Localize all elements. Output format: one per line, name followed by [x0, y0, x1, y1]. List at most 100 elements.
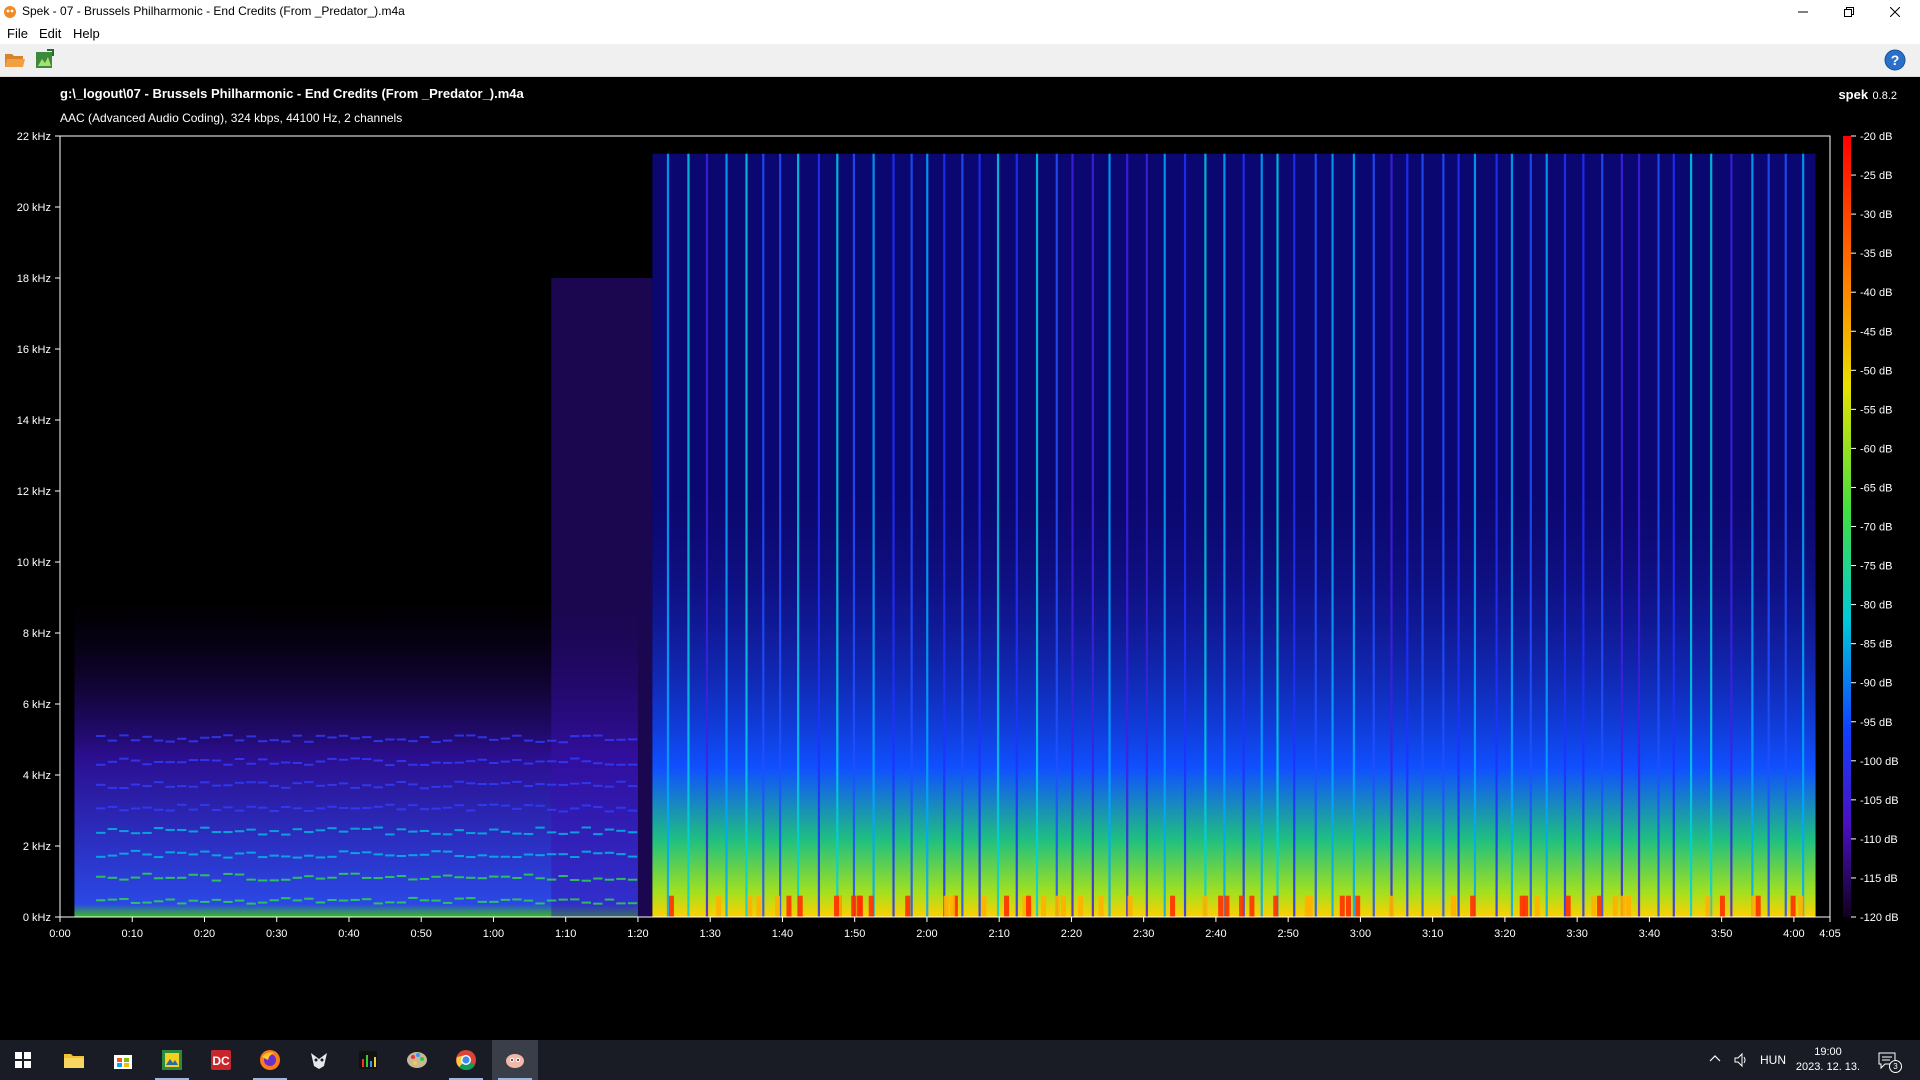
harmonic-line	[500, 855, 511, 858]
harmonic-line	[581, 782, 591, 785]
taskbar-chrome[interactable]	[443, 1040, 489, 1080]
harmonic-line	[304, 875, 314, 878]
peak-energy	[1170, 895, 1176, 917]
transient-line	[1442, 153, 1445, 917]
open-file-button[interactable]	[3, 48, 27, 72]
taskbar-file-explorer[interactable]	[51, 1040, 97, 1080]
harmonic-line	[477, 832, 487, 835]
peak-energy	[1519, 895, 1525, 917]
time-tick-label: 2:30	[1133, 928, 1154, 940]
menu-edit[interactable]: Edit	[39, 26, 61, 41]
save-image-button[interactable]	[33, 48, 57, 72]
harmonic-line	[304, 740, 314, 743]
harmonic-line	[454, 780, 464, 783]
taskbar-foobar[interactable]	[296, 1040, 342, 1080]
transient-line	[892, 153, 895, 917]
taskbar-spectrum-app[interactable]	[345, 1040, 391, 1080]
language-indicator[interactable]: HUN	[1760, 1053, 1786, 1067]
taskbar-directory-opus[interactable]: DC	[198, 1040, 244, 1080]
harmonic-line	[246, 805, 256, 808]
harmonic-line	[396, 854, 407, 857]
time-tick-label: 2:40	[1205, 928, 1226, 940]
harmonic-line	[500, 875, 511, 878]
harmonic-line	[234, 899, 245, 902]
close-button[interactable]	[1872, 0, 1918, 24]
harmonic-line	[419, 829, 430, 832]
window-title: Spek - 07 - Brussels Philharmonic - End …	[22, 4, 405, 18]
harmonic-line	[281, 855, 291, 858]
taskbar-paint[interactable]	[394, 1040, 440, 1080]
harmonic-line	[558, 898, 568, 901]
peak-energy	[851, 895, 857, 917]
db-tick-label: -55 dB	[1860, 404, 1892, 416]
harmonic-line	[327, 855, 337, 858]
taskbar-firefox[interactable]	[247, 1040, 293, 1080]
start-button[interactable]	[0, 1040, 46, 1080]
harmonic-line	[338, 758, 349, 761]
restore-button[interactable]	[1826, 0, 1872, 24]
harmonic-line	[200, 850, 210, 853]
freq-tick-label: 22 kHz	[17, 131, 51, 143]
freq-tick-label: 18 kHz	[17, 273, 51, 285]
directory-opus-icon: DC	[211, 1050, 231, 1070]
harmonic-line	[350, 757, 360, 760]
harmonic-line	[604, 828, 615, 831]
harmonic-line	[107, 854, 118, 857]
harmonic-line	[246, 902, 256, 905]
harmonic-line	[361, 784, 372, 787]
harmonic-line	[165, 785, 175, 788]
harmonic-line	[292, 782, 303, 785]
file-explorer-icon	[64, 1054, 84, 1068]
harmonic-line	[234, 873, 245, 876]
harmonic-line	[604, 898, 615, 901]
harmonic-line	[200, 874, 210, 877]
volume-button[interactable]	[1733, 1052, 1749, 1073]
help-button[interactable]: ?	[1883, 48, 1907, 72]
harmonic-line	[500, 760, 511, 763]
harmonic-line	[107, 760, 118, 763]
toolbar: ?	[0, 44, 1920, 77]
harmonic-line	[107, 828, 118, 831]
chevron-up-icon	[1709, 1055, 1721, 1062]
transient-line	[910, 153, 913, 917]
menu-file[interactable]: File	[7, 26, 28, 41]
harmonic-line	[581, 850, 591, 853]
harmonic-line	[338, 806, 349, 809]
harmonic-line	[292, 734, 303, 737]
harmonic-line	[570, 831, 580, 834]
harmonic-line	[546, 739, 557, 742]
db-tick-label: -40 dB	[1860, 287, 1892, 299]
harmonic-line	[211, 784, 222, 787]
harmonic-line	[338, 782, 349, 785]
harmonic-line	[604, 878, 615, 881]
harmonic-line	[211, 808, 222, 811]
harmonic-line	[223, 831, 233, 834]
freq-tick-label: 6 kHz	[23, 699, 51, 711]
taskbar-store[interactable]	[100, 1040, 146, 1080]
menu-help[interactable]: Help	[73, 26, 100, 41]
harmonic-line	[153, 761, 164, 764]
harmonic-line	[119, 878, 129, 881]
transient-line	[1637, 153, 1641, 917]
tray-overflow-button[interactable]	[1708, 1052, 1722, 1071]
clock[interactable]: 19:00 2023. 12. 13.	[1793, 1045, 1863, 1075]
harmonic-line	[373, 902, 383, 905]
harmonic-line	[246, 781, 256, 784]
harmonic-line	[396, 760, 407, 763]
harmonic-line	[327, 736, 337, 739]
taskbar-image-viewer[interactable]	[149, 1040, 195, 1080]
notification-center-button[interactable]: 3	[1877, 1050, 1902, 1073]
time-tick-label: 2:20	[1061, 928, 1082, 940]
harmonic-line	[269, 879, 279, 882]
time-tick-label: 3:10	[1422, 928, 1443, 940]
taskbar-spek[interactable]	[492, 1040, 538, 1080]
harmonic-line	[442, 901, 453, 904]
harmonic-line	[315, 760, 326, 763]
minimize-button[interactable]	[1780, 0, 1826, 24]
harmonic-line	[431, 741, 441, 744]
transient-line	[745, 153, 748, 917]
harmonic-line	[408, 830, 418, 833]
transient-line	[1372, 153, 1375, 917]
transient-line	[779, 153, 782, 917]
time-tick-label: 2:50	[1277, 928, 1298, 940]
